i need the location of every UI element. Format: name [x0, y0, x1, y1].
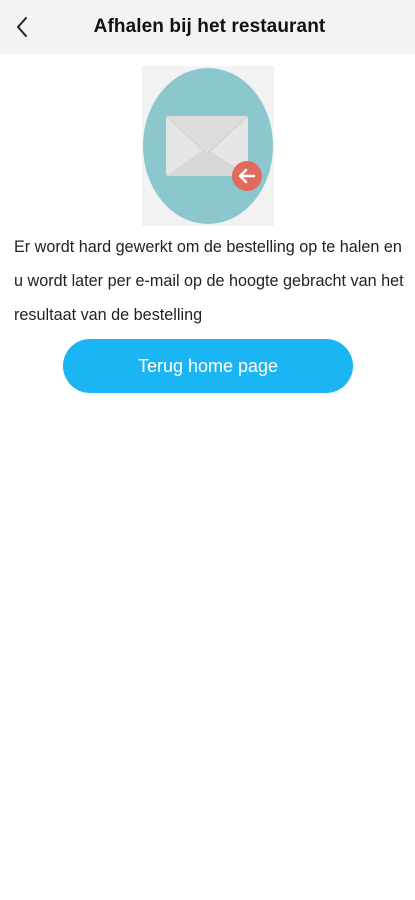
mail-return-icon	[142, 66, 274, 226]
status-message: Er wordt hard gewerkt om de bestelling o…	[14, 238, 404, 324]
back-home-button[interactable]: Terug home page	[63, 339, 353, 393]
top-bar: Afhalen bij het restaurant	[0, 0, 415, 54]
mail-illustration	[142, 66, 274, 226]
chevron-left-icon	[17, 17, 27, 37]
page-title: Afhalen bij het restaurant	[93, 16, 326, 37]
back-button[interactable]	[8, 10, 36, 44]
